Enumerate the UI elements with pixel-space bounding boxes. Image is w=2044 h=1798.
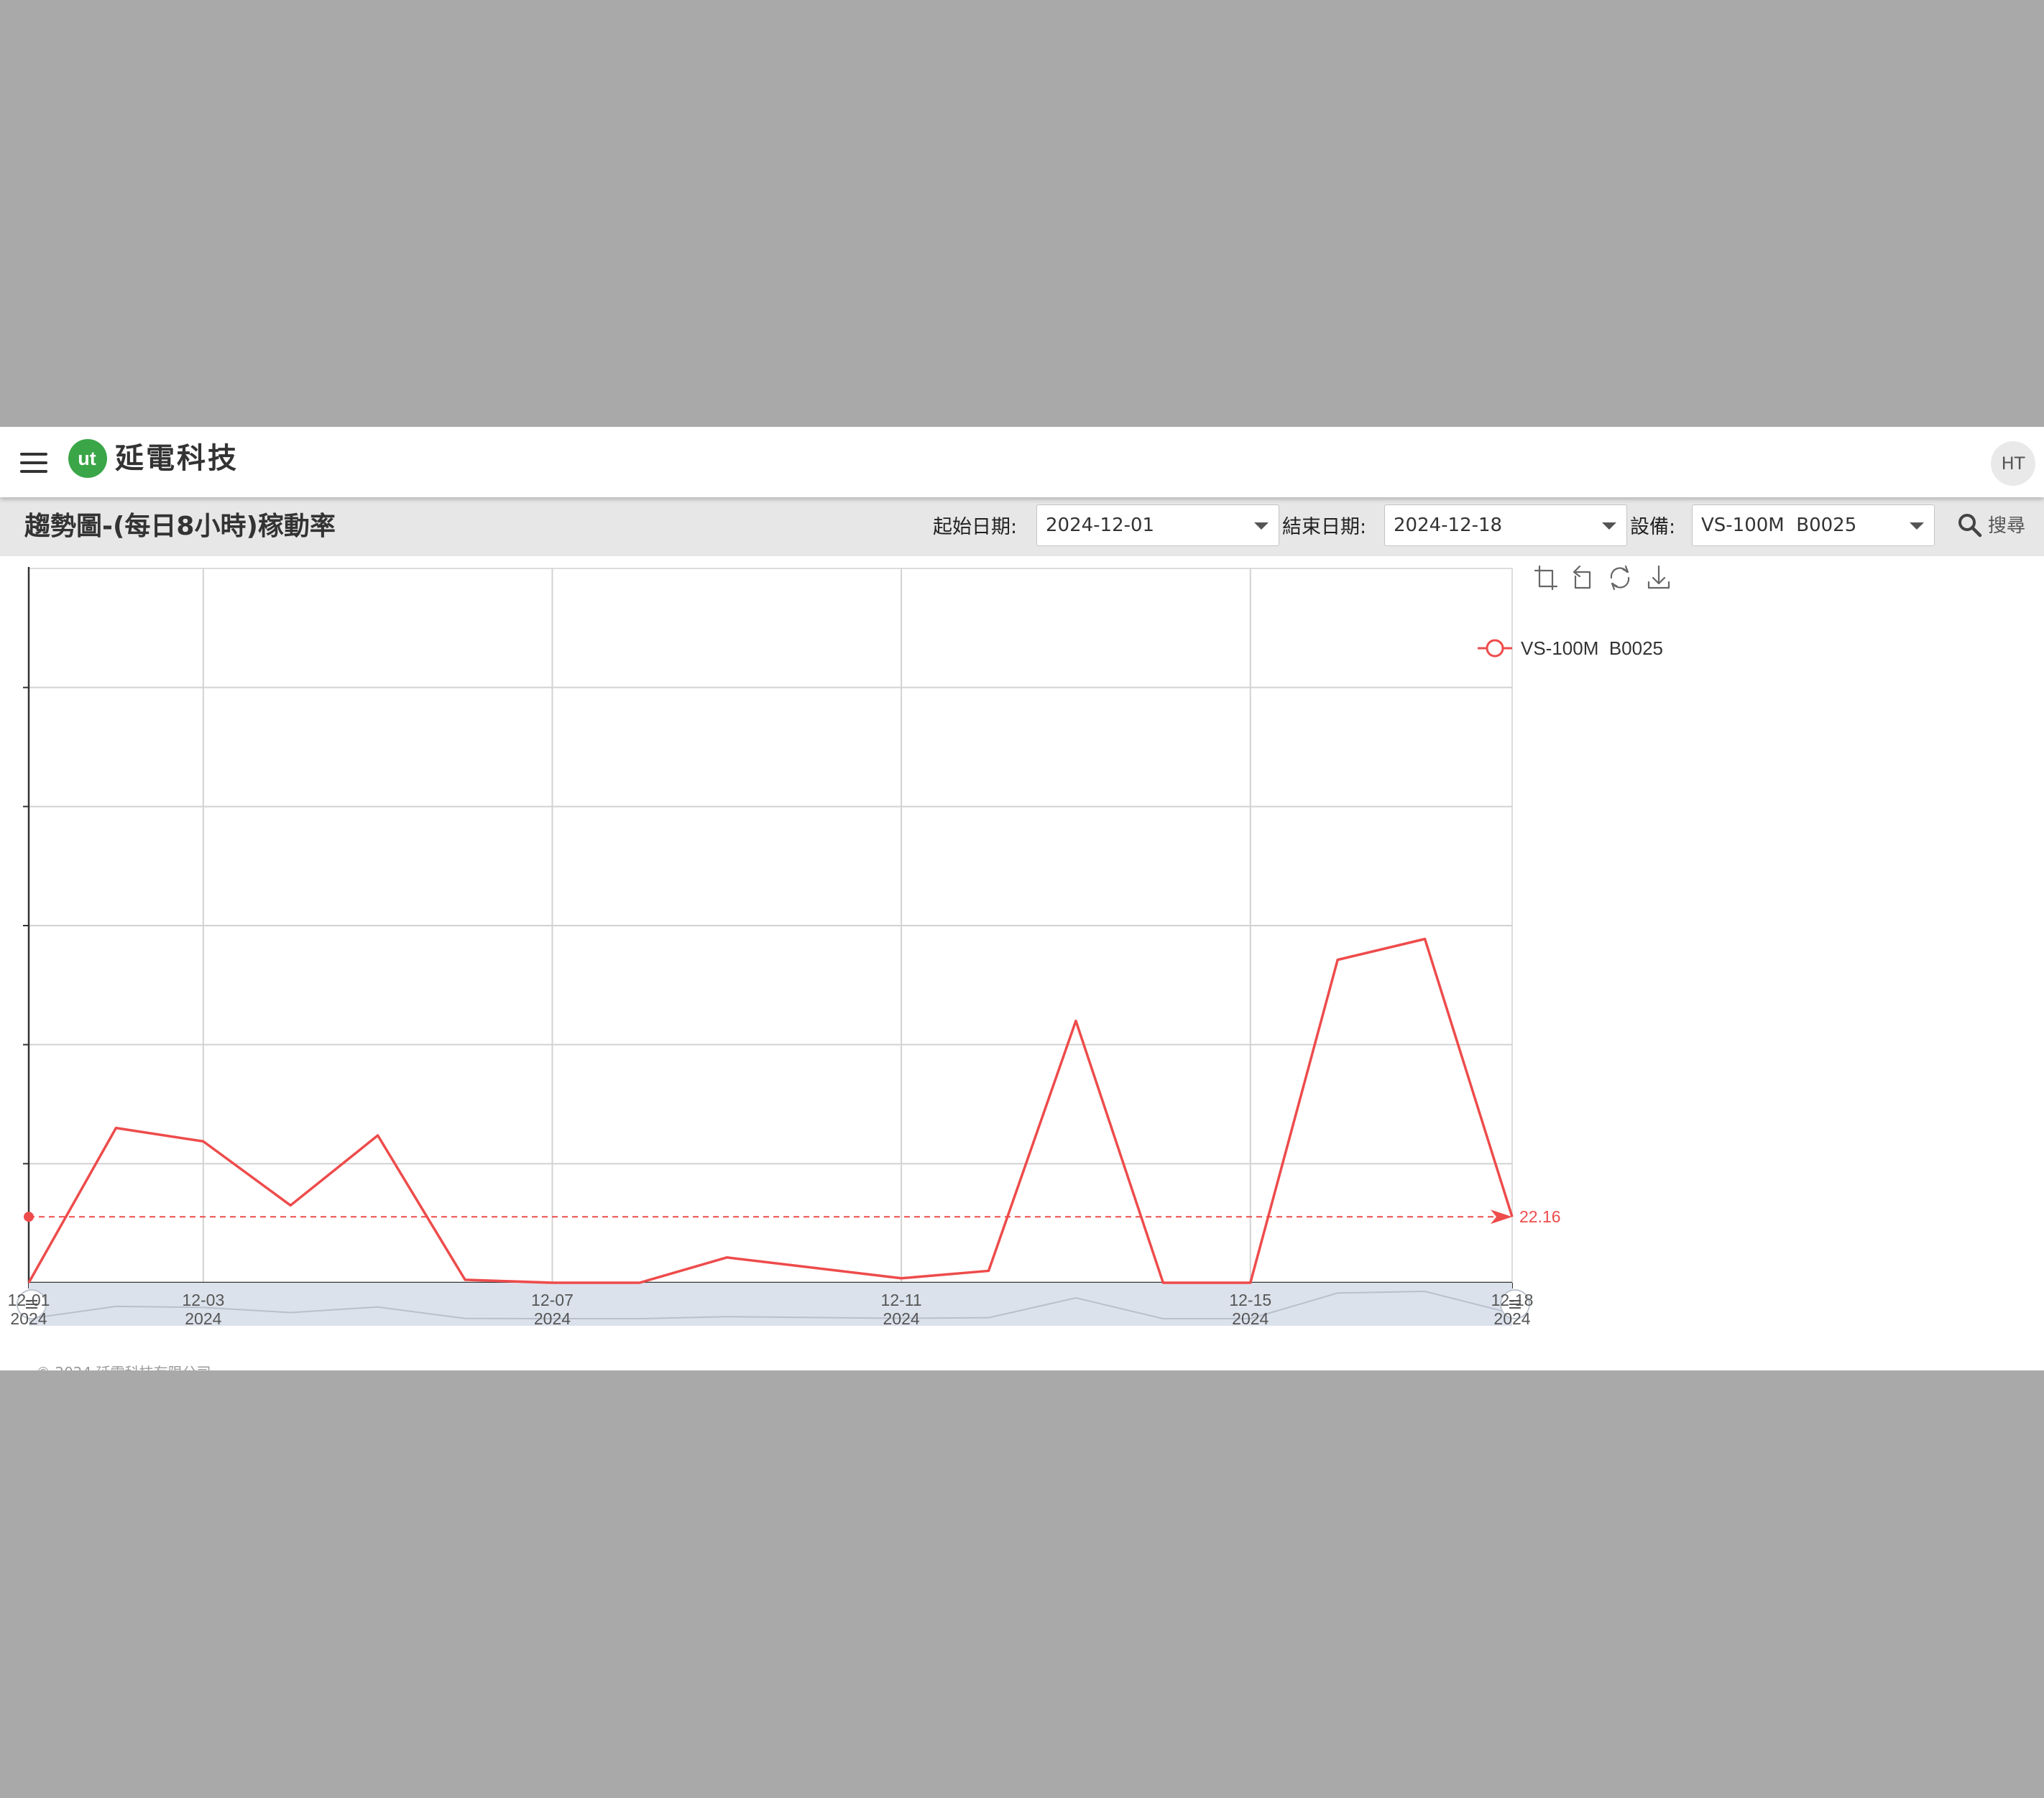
start-date-value: 2024-12-01 [1046, 515, 1155, 536]
x-tick-year-label: 2024 [10, 1309, 47, 1328]
device-select[interactable]: VS-100M B0025 [1692, 504, 1935, 546]
zoom-background [29, 1283, 1512, 1326]
x-tick-year-label: 2024 [1493, 1309, 1530, 1328]
x-tick-year-label: 2024 [185, 1309, 221, 1328]
trend-chart: 22.16 12-01202412-03202412-07202412-1120… [8, 565, 1672, 1328]
toolbox-hit-area[interactable] [1570, 565, 1596, 591]
page-title: 趨勢圖-(每日8小時)稼動率 [24, 512, 336, 541]
x-tick-label: 12-11 [881, 1291, 922, 1309]
x-tick-label: 12-07 [531, 1291, 574, 1309]
x-tick-year-label: 2024 [883, 1309, 920, 1328]
user-avatar[interactable]: HT [1991, 441, 2035, 486]
mark-line-arrow-icon [1491, 1209, 1512, 1225]
search-icon [1958, 514, 1982, 538]
x-tick-year-label: 2024 [534, 1309, 571, 1328]
chevron-down-icon [1254, 522, 1269, 530]
brand-name: 延電科技 [115, 442, 239, 475]
zoom-reset-icon[interactable] [1570, 565, 1596, 591]
legend-item[interactable]: VS-100M B0025 [1478, 637, 1663, 659]
search-button[interactable]: 搜尋 [1956, 509, 2037, 543]
mark-line-label: 22.16 [1519, 1207, 1561, 1226]
hamburger-menu-icon[interactable] [20, 451, 49, 474]
end-date-select[interactable]: 2024-12-18 [1384, 504, 1627, 546]
device-value: VS-100M B0025 [1701, 515, 1857, 536]
series-line [27, 937, 1514, 1284]
x-tick-label: 12-18 [1491, 1291, 1534, 1309]
brand-logo-icon: ut [68, 439, 107, 478]
filter-toolbar: 趨勢圖-(每日8小時)稼動率 起始日期: 2024-12-01 結束日期: 20… [0, 497, 2044, 556]
end-date-label: 結束日期: [1282, 516, 1367, 538]
footer-copyright: © 2024 延電科技有限公司 [36, 1361, 211, 1370]
data-zoom-slider [17, 1283, 1530, 1326]
end-date-value: 2024-12-18 [1394, 515, 1503, 536]
start-date-select[interactable]: 2024-12-01 [1036, 504, 1279, 546]
search-label: 搜尋 [1988, 515, 2026, 537]
chevron-down-icon [1602, 522, 1616, 530]
start-date-label: 起始日期: [933, 516, 1018, 538]
zoom-area-icon[interactable] [1532, 565, 1558, 591]
chevron-down-icon [1910, 522, 1924, 530]
legend-swatch-marker [1486, 639, 1504, 658]
legend-label: VS-100M B0025 [1521, 637, 1663, 659]
mark-line-start-dot [24, 1212, 34, 1222]
x-tick-year-label: 2024 [1232, 1309, 1269, 1328]
x-tick-label: 12-15 [1229, 1291, 1271, 1309]
top-navbar: ut 延電科技 HT [0, 427, 2044, 497]
restore-icon[interactable] [1607, 565, 1633, 591]
chart-grid [23, 567, 1513, 1288]
device-label: 設備: [1630, 516, 1676, 538]
x-tick-label: 12-01 [8, 1291, 50, 1309]
chart-legend: VS-100M B0025 [1478, 637, 1663, 659]
app-window: ut 延電科技 HT 趨勢圖-(每日8小時)稼動率 起始日期: 2024-12-… [0, 427, 2044, 1370]
logo-text: ut [78, 448, 96, 469]
x-tick-label: 12-03 [182, 1291, 224, 1309]
chart-series-group: 22.16 [24, 937, 1561, 1284]
download-icon[interactable] [1646, 565, 1672, 591]
chart-toolbox [1532, 565, 1672, 591]
